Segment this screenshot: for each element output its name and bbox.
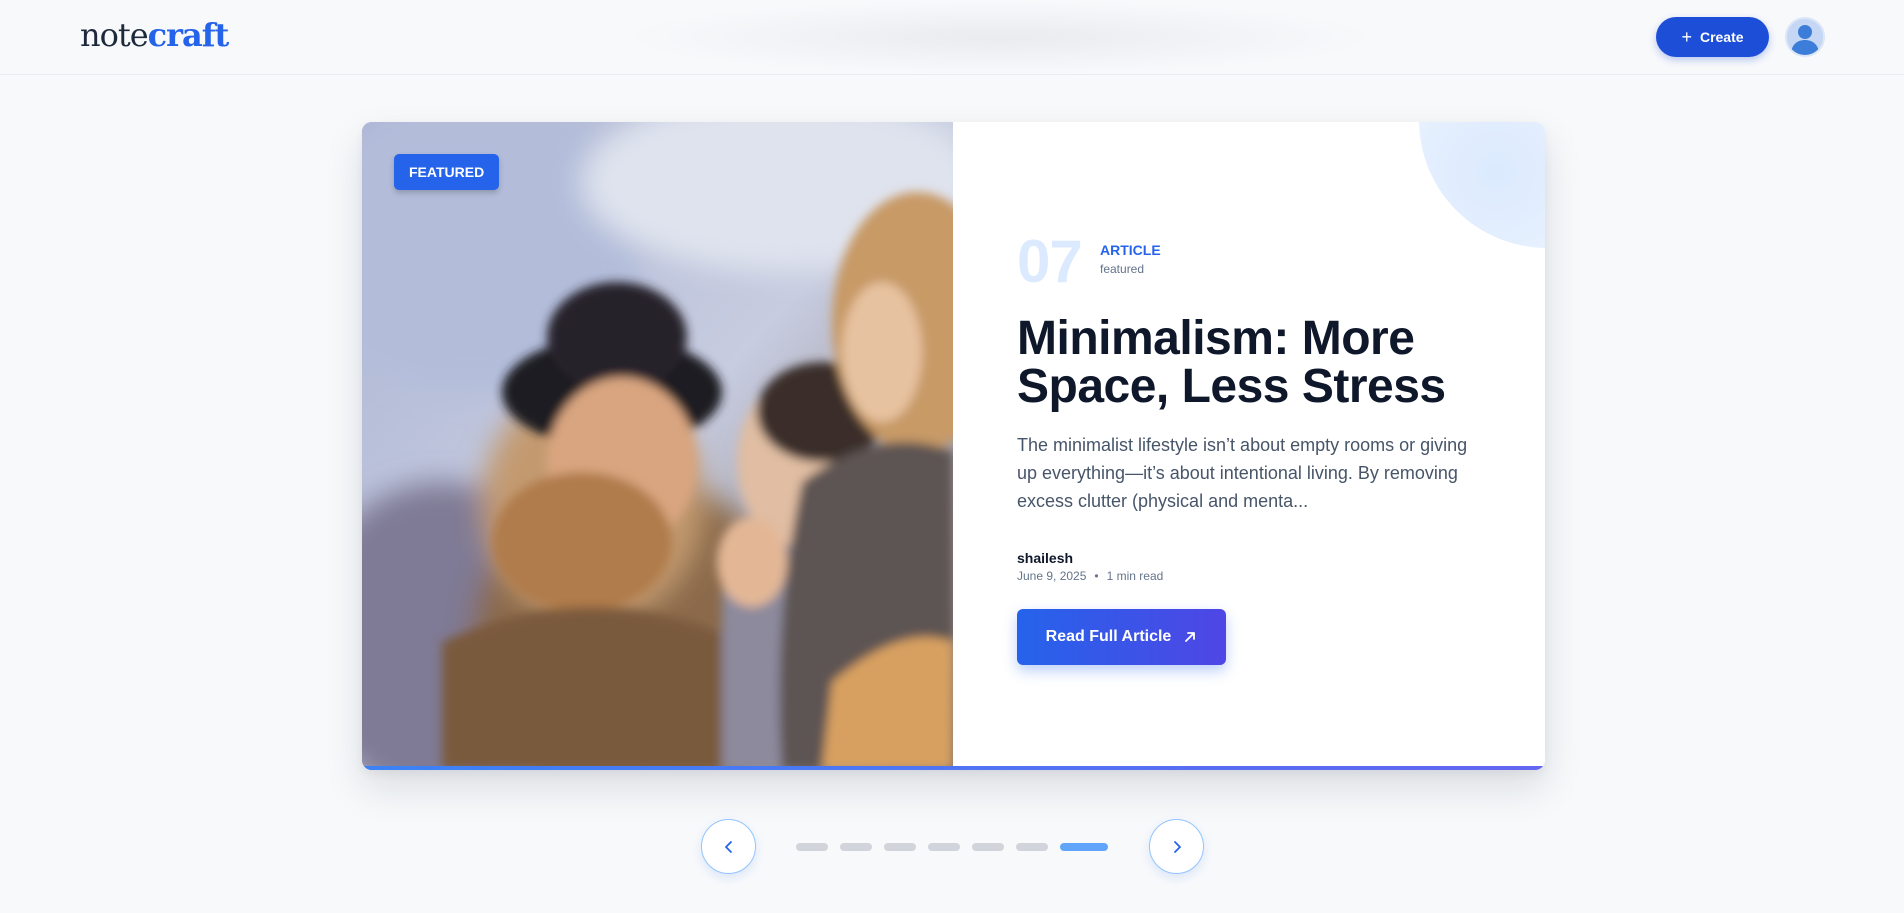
slide-indicators: [796, 842, 1108, 851]
publish-date: June 9, 2025: [1017, 569, 1087, 583]
card-accent-bar: [362, 766, 1545, 770]
top-header: notecraft + Create: [0, 0, 1904, 75]
meta-separator: •: [1094, 569, 1099, 583]
article-type: ARTICLE: [1100, 242, 1161, 258]
arrow-up-right-icon: [1185, 632, 1196, 642]
create-button[interactable]: + Create: [1656, 17, 1769, 57]
featured-badge: FEATURED: [394, 154, 500, 190]
read-time: 1 min read: [1106, 569, 1164, 583]
slide-dot-4[interactable]: [928, 842, 960, 851]
article-number: 07: [1017, 228, 1083, 295]
article-image[interactable]: FEATURED: [362, 122, 953, 770]
slide-dot-3[interactable]: [884, 842, 916, 851]
slide-dot-5[interactable]: [972, 842, 1004, 851]
article-meta: June 9, 2025 • 1 min read: [1017, 569, 1163, 583]
article-excerpt: The minimalist lifestyle isn’t about emp…: [1017, 435, 1468, 511]
featured-article-card[interactable]: FEATURED 07 ARTICLE featured Minimalism:…: [362, 122, 1545, 770]
plus-icon: +: [1681, 27, 1692, 47]
avatar[interactable]: [1785, 17, 1825, 57]
user-icon: [1791, 25, 1819, 55]
chevron-right-icon: [1173, 840, 1181, 853]
slide-dot-1[interactable]: [796, 842, 828, 851]
author-name: shailesh: [1017, 550, 1074, 566]
slide-dot-7[interactable]: [1060, 842, 1108, 851]
logo-text-note: note: [80, 16, 149, 54]
read-full-article-button[interactable]: Read Full Article: [1017, 609, 1226, 665]
article-type-sub: featured: [1100, 262, 1145, 276]
create-button-label: Create: [1699, 29, 1744, 45]
corner-decoration: [1419, 122, 1545, 248]
slide-dot-6[interactable]: [1016, 842, 1048, 851]
header-glow: [620, 0, 1380, 75]
article-content: 07 ARTICLE featured Minimalism: More Spa…: [953, 122, 1545, 770]
photo-of-three-laughing-women: [362, 122, 953, 770]
slide-dot-2[interactable]: [840, 842, 872, 851]
previous-slide-button[interactable]: [701, 819, 756, 874]
article-title[interactable]: Minimalism: More Space, Less Stress: [1017, 315, 1517, 411]
read-button-label: Read Full Article: [1045, 628, 1172, 645]
logo[interactable]: notecraft: [80, 16, 230, 54]
logo-text-craft: craft: [147, 16, 230, 54]
chevron-left-icon: [724, 840, 732, 853]
next-slide-button[interactable]: [1149, 819, 1204, 874]
